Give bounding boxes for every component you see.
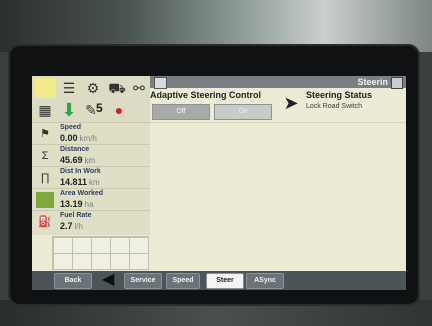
speed-value: 0.00 km/h — [60, 133, 97, 143]
dist-in-work-label: Dist In Work — [60, 168, 101, 175]
fuel-rate-label: Fuel Rate — [60, 212, 92, 219]
steering-status-title: Steering Status — [306, 90, 373, 100]
tab-steer[interactable]: Steer — [206, 273, 244, 289]
list-icon[interactable]: ☰ — [58, 78, 80, 98]
stats-column: ⚑ Speed 0.00 km/h Σ Distance 45.69 km ∏ Di… — [32, 122, 150, 235]
stat-fuel-rate[interactable]: ⛽ Fuel Rate 2.7 l/h — [32, 210, 150, 233]
stat-area-worked[interactable]: Area Worked 13.19 ha — [32, 188, 150, 211]
tab-speed[interactable]: Speed — [166, 273, 200, 289]
fuel-icon: ⛽ — [38, 216, 52, 228]
tab-async[interactable]: ASync — [246, 273, 284, 289]
bottom-tab-bar: Back ◀ Service Speed Steer ASync — [32, 271, 406, 290]
gear-icon[interactable]: ⚙ — [82, 78, 104, 98]
area-worked-value: 13.19 ha — [60, 199, 93, 209]
fuel-rate-value: 2.7 l/h — [60, 221, 83, 231]
dist-in-work-number: 14.811 — [60, 177, 88, 187]
fuel-rate-number: 2.7 — [60, 221, 73, 231]
display-screen: Steerin ☰ ⚙ ⛟ ⚯ ▦ ⬇ ✎ 5 ● ⚑ Speed 0.00 km… — [32, 76, 406, 290]
tractor-icon[interactable]: ⛟ — [106, 78, 128, 98]
shortcut-icon-panel: ☰ ⚙ ⛟ ⚯ ▦ ⬇ ✎ 5 ● — [32, 76, 150, 122]
speed-number: 0.00 — [60, 133, 78, 143]
notification-count: 5 — [96, 101, 103, 115]
page-title: Steerin — [357, 77, 388, 87]
stat-distance[interactable]: Σ Distance 45.69 km — [32, 144, 150, 167]
dist-in-work-value: 14.811 km — [60, 177, 100, 187]
distance-unit: km — [84, 156, 96, 165]
area-icon — [36, 192, 54, 208]
adaptive-steering-off-button[interactable]: Off — [152, 104, 210, 120]
adaptive-steering-title: Adaptive Steering Control — [150, 90, 262, 100]
area-worked-unit: ha — [84, 200, 94, 209]
speed-icon: ⚑ — [40, 128, 50, 140]
fuel-rate-unit: l/h — [74, 222, 83, 231]
back-arrow-icon[interactable]: ◀ — [102, 272, 114, 288]
stat-speed[interactable]: ⚑ Speed 0.00 km/h — [32, 122, 150, 145]
area-worked-label: Area Worked — [60, 190, 104, 197]
field-icon[interactable]: ▦ — [34, 100, 56, 120]
header-divider — [150, 122, 406, 123]
distance-value: 45.69 km — [60, 155, 95, 165]
highlight-shortcut-button[interactable] — [34, 78, 56, 98]
download-arrow-icon[interactable]: ⬇ — [58, 100, 80, 120]
dist-in-work-unit: km — [89, 178, 100, 187]
tab-service[interactable]: Service — [124, 273, 162, 289]
steering-status-panel: ➤ Steering Status Lock Road Switch — [280, 88, 400, 120]
stop-icon[interactable]: ● — [108, 100, 130, 120]
distance-number: 45.69 — [60, 155, 83, 165]
stat-dist-in-work[interactable]: ∏ Dist In Work 14.811 km — [32, 166, 150, 189]
speed-unit: km/h — [79, 134, 97, 143]
work-distance-icon: ∏ — [40, 172, 50, 184]
speed-label: Speed — [60, 124, 82, 131]
adaptive-steering-on-button[interactable]: On — [214, 104, 272, 120]
steering-arrow-icon: ➤ — [283, 93, 299, 113]
area-worked-number: 13.19 — [60, 199, 83, 209]
distance-icon: Σ — [41, 150, 49, 162]
empty-shortcut-grid[interactable] — [52, 236, 149, 270]
back-button[interactable]: Back — [54, 273, 92, 289]
adaptive-steering-panel: Adaptive Steering Control Off On — [150, 88, 278, 120]
steering-status-subtitle: Lock Road Switch — [306, 103, 363, 110]
link-icon[interactable]: ⚯ — [128, 78, 150, 98]
distance-label: Distance — [60, 146, 90, 153]
